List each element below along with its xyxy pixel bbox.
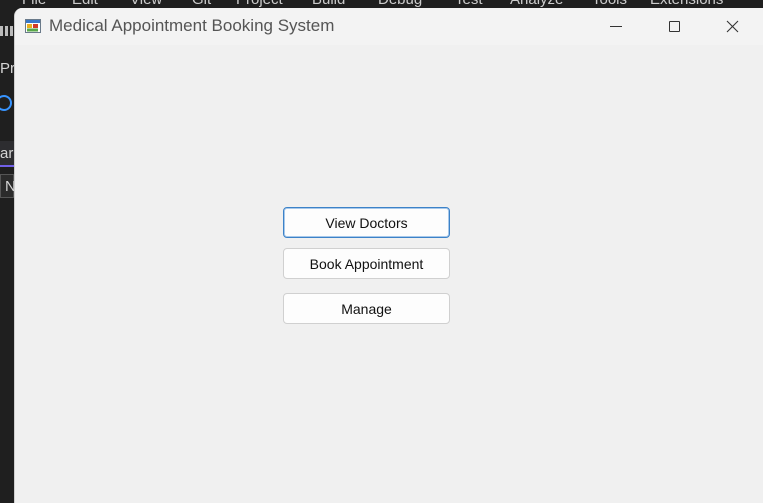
ide-fragment-text: Pr: [0, 60, 14, 77]
minimize-icon: [610, 26, 622, 27]
ide-tab-label: ar: [0, 145, 14, 162]
ide-menubar: File Edit View Git Project Build Debug T…: [0, 0, 763, 8]
ide-menu-tools[interactable]: Tools: [592, 0, 627, 8]
ide-menu-project[interactable]: Project: [236, 0, 283, 8]
ide-tab-secondary[interactable]: N: [0, 174, 14, 198]
book-appointment-button[interactable]: Book Appointment: [283, 248, 450, 279]
ide-menu-analyze[interactable]: Analyze: [510, 0, 563, 8]
ide-menu-build[interactable]: Build: [312, 0, 345, 8]
back-arrow-icon[interactable]: [0, 95, 12, 111]
ide-tab-label: N: [5, 178, 14, 195]
ide-menu-edit[interactable]: Edit: [72, 0, 98, 8]
app-window: Medical Appointment Booking System View …: [14, 8, 763, 503]
ide-menu-debug[interactable]: Debug: [378, 0, 422, 8]
ide-menu-view[interactable]: View: [130, 0, 162, 8]
maximize-icon: [668, 21, 680, 32]
ide-menu-extensions[interactable]: Extensions: [650, 0, 723, 8]
view-doctors-button[interactable]: View Doctors: [283, 207, 450, 238]
ide-tab[interactable]: ar: [0, 141, 14, 167]
ide-menu-test[interactable]: Test: [455, 0, 483, 8]
close-icon: [726, 20, 738, 33]
ide-toolbar-dots: [0, 26, 14, 36]
form-client-area: View Doctors Book Appointment Manage: [15, 45, 763, 503]
maximize-button[interactable]: [645, 8, 703, 45]
manage-button[interactable]: Manage: [283, 293, 450, 324]
app-icon: [25, 19, 41, 33]
minimize-button[interactable]: [587, 8, 645, 45]
close-button[interactable]: [703, 8, 761, 45]
ide-menu-git[interactable]: Git: [192, 0, 211, 8]
window-title: Medical Appointment Booking System: [49, 16, 335, 35]
ide-left-panel: Pr ar N: [0, 8, 14, 503]
title-bar[interactable]: Medical Appointment Booking System: [15, 8, 763, 45]
ide-menu-file[interactable]: File: [22, 0, 46, 8]
